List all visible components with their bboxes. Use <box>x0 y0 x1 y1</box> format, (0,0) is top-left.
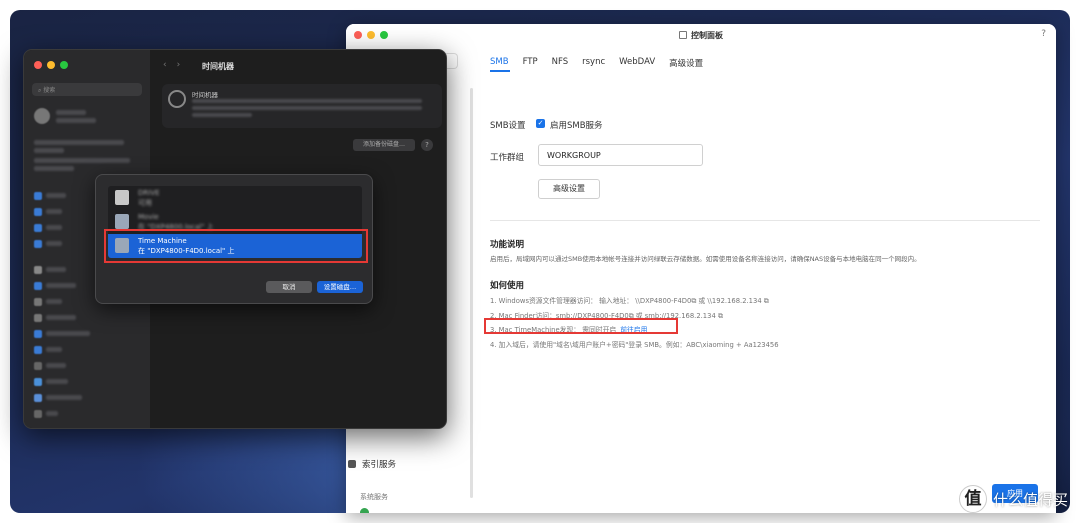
smzdm-logo: 值 <box>958 485 987 513</box>
watermark: 值 什么值得买 <box>958 485 1068 513</box>
active-tab-indicator <box>490 70 510 72</box>
sidebar-item-blurred[interactable] <box>46 411 58 416</box>
tab-nfs[interactable]: NFS <box>552 57 569 69</box>
network-share-icon <box>115 214 129 229</box>
sidebar-item-blurred[interactable] <box>46 225 62 230</box>
enable-smb-label[interactable]: 启用SMB服务 <box>550 119 603 131</box>
sidebar-scrollbar[interactable] <box>470 88 473 498</box>
highlight-box-timemachine <box>484 318 678 334</box>
general-icon[interactable] <box>34 266 42 274</box>
sidebar-item-blurred[interactable] <box>46 315 76 320</box>
network-icon[interactable] <box>34 224 42 232</box>
pane-title: 时间机器 <box>202 62 234 71</box>
bluetooth-icon[interactable] <box>34 208 42 216</box>
sidebar-item-icon <box>360 508 369 513</box>
tab-webdav[interactable]: WebDAV <box>619 57 655 69</box>
sidebar-item-index-service[interactable]: 索引服务 <box>348 458 396 470</box>
add-backup-disk-button[interactable]: 添加备份磁盘… <box>353 139 415 151</box>
wallpaper-icon[interactable] <box>34 394 42 402</box>
siri-icon[interactable] <box>34 410 42 418</box>
blurred-text <box>34 166 74 171</box>
blurred-description <box>192 99 422 103</box>
blurred-text <box>34 140 124 145</box>
desktop-dock-icon[interactable] <box>34 330 42 338</box>
disk-item[interactable]: DRIVE 可用 <box>108 186 362 210</box>
disk-name: DRIVE <box>138 189 160 197</box>
blurred-description <box>192 113 252 117</box>
cancel-button[interactable]: 取消 <box>266 281 312 293</box>
sidebar-search-edge[interactable] <box>446 53 458 69</box>
tab-smb[interactable]: SMB <box>490 57 509 69</box>
appearance-icon[interactable] <box>34 298 42 306</box>
control-panel-window: 控制面板 ? 索引服务 系统服务 SMB FTP NFS rsync WebDA… <box>346 24 1056 513</box>
workgroup-label: 工作群组 <box>490 153 525 163</box>
tab-advanced[interactable]: 高级设置 <box>669 57 703 69</box>
spotlight-icon[interactable] <box>34 378 42 386</box>
sidebar-group-system-services: 系统服务 <box>360 493 388 501</box>
smb-settings-panel: SMB FTP NFS rsync WebDAV 高级设置 SMB设置 ✓ 启用… <box>478 46 1056 513</box>
screensaver-icon[interactable] <box>34 362 42 370</box>
setup-disk-button[interactable]: 设置磁盘… <box>317 281 363 293</box>
workgroup-input[interactable]: WORKGROUP <box>538 144 703 166</box>
accessibility-icon[interactable] <box>34 282 42 290</box>
time-machine-card-title: 时间机器 <box>192 91 218 99</box>
wifi-icon[interactable] <box>34 192 42 200</box>
step-domain: 4. 加入域后，请使用"域名\域用户账户+密码"登录 SMB。例如：ABC\xi… <box>490 341 779 349</box>
feature-description: 启用后，局域网内可以通过SMB使用本地帐号连接并访问绿联云存储数据。如需使用设备… <box>490 255 921 263</box>
sidebar-item-blurred[interactable] <box>46 241 62 246</box>
feature-title: 功能说明 <box>490 240 525 250</box>
sidebar-item-blurred[interactable] <box>46 363 66 368</box>
drive-icon <box>115 190 129 205</box>
enable-smb-checkbox[interactable]: ✓ <box>536 119 545 128</box>
control-panel-titlebar: 控制面板 ? <box>346 24 1056 46</box>
control-center-icon[interactable] <box>34 314 42 322</box>
disk-subtitle: 可用 <box>138 199 152 207</box>
minimize-window-button[interactable] <box>47 61 55 69</box>
zoom-window-button[interactable] <box>60 61 68 69</box>
sidebar-item-blurred[interactable] <box>46 395 82 400</box>
window-title: 控制面板 <box>346 30 1056 41</box>
sidebar-item-blurred[interactable] <box>46 299 62 304</box>
tab-ftp[interactable]: FTP <box>523 57 538 69</box>
close-window-button[interactable] <box>34 61 42 69</box>
settings-search-input[interactable]: ⌕ 搜索 <box>32 83 142 96</box>
control-panel-icon <box>679 31 687 39</box>
advanced-settings-button[interactable]: 高级设置 <box>538 179 600 199</box>
vpn-icon[interactable] <box>34 240 42 248</box>
time-machine-card: 时间机器 <box>162 84 442 128</box>
blurred-text <box>34 148 64 153</box>
window-controls <box>34 61 68 69</box>
blurred-account-sub <box>56 118 96 123</box>
sidebar-item-blurred[interactable] <box>46 209 62 214</box>
section-divider <box>490 220 1040 221</box>
smb-setting-label: SMB设置 <box>490 121 526 131</box>
help-icon[interactable]: ? <box>421 139 433 151</box>
sidebar-item-blurred[interactable] <box>46 193 66 198</box>
disk-name: Movie <box>138 213 159 221</box>
account-avatar[interactable] <box>34 108 50 124</box>
displays-icon[interactable] <box>34 346 42 354</box>
back-forward-buttons[interactable]: ‹› <box>163 60 190 70</box>
sidebar-item-blurred[interactable] <box>46 331 90 336</box>
step-windows: 1. Windows资源文件管理器访问： 输入地址： \\DXP4800-F4D… <box>490 297 769 305</box>
sidebar-item-blurred[interactable] <box>46 379 68 384</box>
sidebar-item-blurred[interactable] <box>46 283 76 288</box>
blurred-text <box>34 158 130 163</box>
highlight-box-selected-disk <box>104 229 368 263</box>
blurred-description <box>192 106 422 110</box>
howto-title: 如何使用 <box>490 281 525 291</box>
tab-rsync[interactable]: rsync <box>582 57 605 69</box>
sidebar-item-blurred[interactable] <box>46 267 66 272</box>
help-icon[interactable]: ? <box>1041 29 1046 39</box>
sidebar-item-blurred[interactable] <box>46 347 62 352</box>
time-machine-icon <box>168 90 186 108</box>
blurred-account-name <box>56 110 86 115</box>
watermark-text: 什么值得买 <box>992 490 1068 509</box>
protocol-tabs: SMB FTP NFS rsync WebDAV 高级设置 <box>490 57 703 69</box>
index-service-icon <box>348 460 356 468</box>
